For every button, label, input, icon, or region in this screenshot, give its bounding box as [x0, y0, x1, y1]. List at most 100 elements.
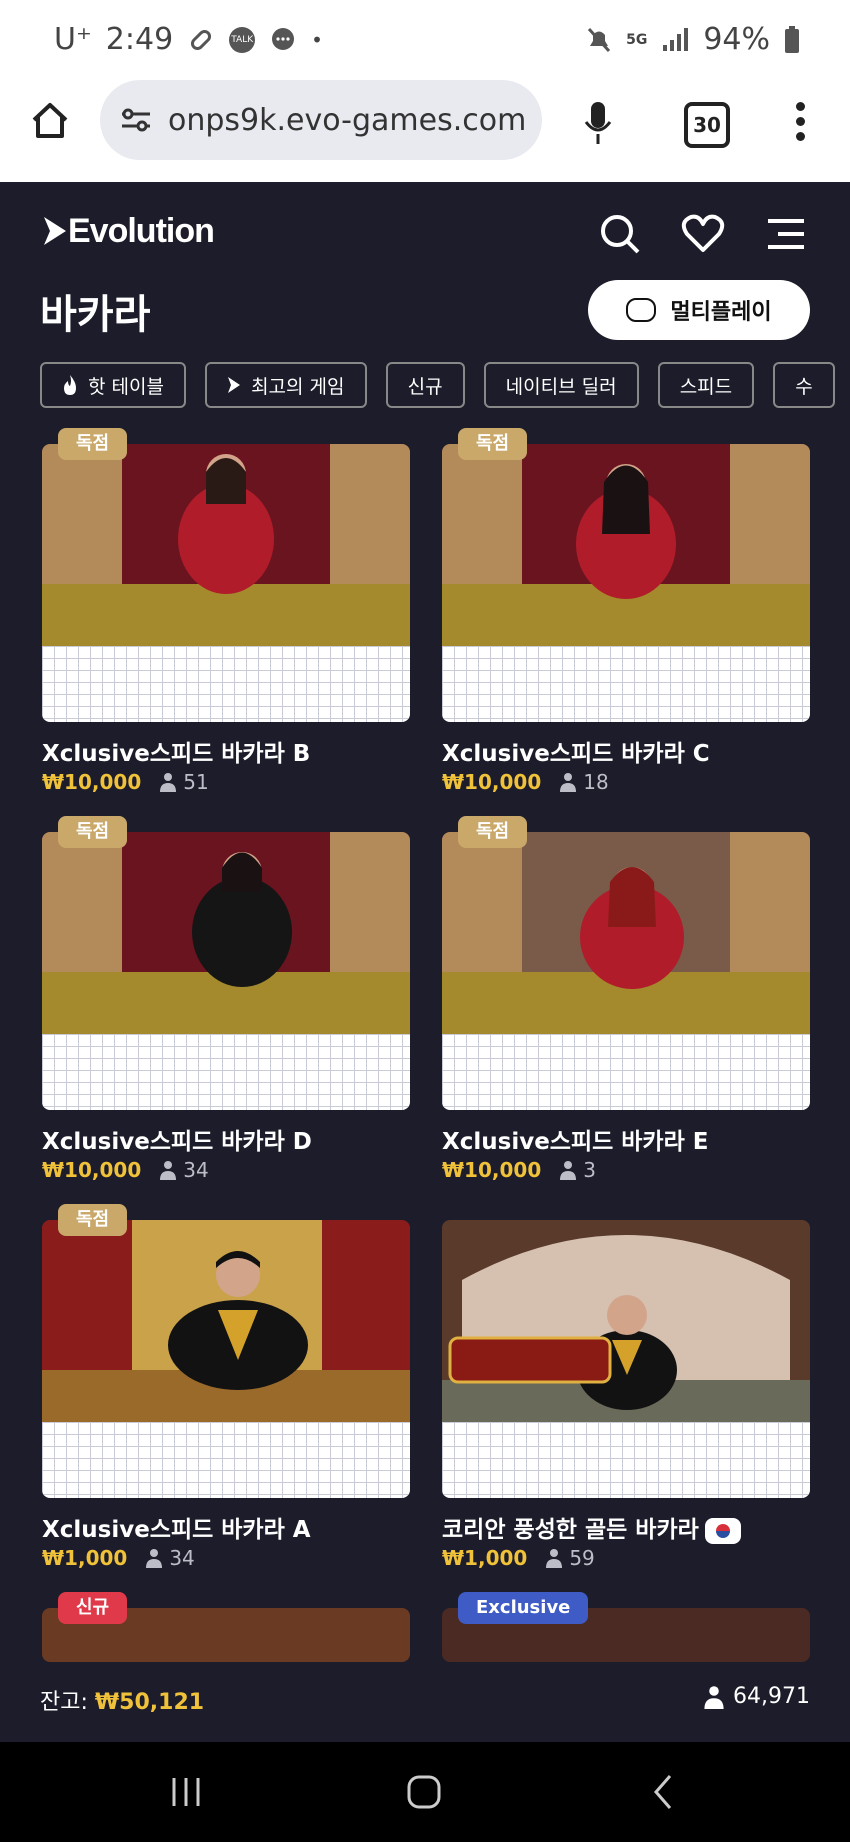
- game-title[interactable]: Xclusive스피드 바카라 D: [42, 1122, 410, 1156]
- filter-chips: 핫 테이블 최고의 게임 신규 네이티브 딜러 스피드 수: [40, 362, 850, 412]
- microphone-icon[interactable]: [582, 100, 614, 146]
- game-thumbnail[interactable]: [42, 832, 410, 1110]
- game-card[interactable]: Exclusive: [442, 1592, 810, 1662]
- bead-road: [442, 1034, 810, 1110]
- game-title[interactable]: Xclusive스피드 바카라 A: [42, 1510, 410, 1544]
- exclusive-badge: 독점: [58, 816, 128, 848]
- dealer-video-preview: [442, 832, 810, 1034]
- back-icon[interactable]: [644, 1772, 684, 1812]
- person-icon: [704, 1685, 724, 1709]
- person-icon: [146, 1549, 163, 1568]
- site-settings-icon[interactable]: [118, 105, 154, 135]
- game-thumbnail[interactable]: [42, 1220, 410, 1498]
- filter-hot-tables[interactable]: 핫 테이블: [40, 362, 186, 408]
- dealer-video-preview: [42, 1220, 410, 1422]
- game-meta: ₩10,000 51: [42, 770, 209, 794]
- player-count: 3: [559, 1158, 596, 1182]
- game-title[interactable]: Xclusive스피드 바카라 B: [42, 734, 410, 768]
- carrier-label: U⁺: [54, 22, 92, 57]
- exclusive-badge: 독점: [58, 1204, 128, 1236]
- network-type: 5G: [626, 31, 648, 48]
- min-bet: ₩1,000: [442, 1546, 528, 1570]
- min-bet: ₩1,000: [42, 1546, 128, 1570]
- bead-road: [442, 1422, 810, 1498]
- game-meta: ₩10,000 3: [442, 1158, 596, 1182]
- filter-top-games[interactable]: 최고의 게임: [205, 362, 367, 408]
- filter-speed[interactable]: 스피드: [657, 362, 755, 408]
- evolution-mark-icon: [228, 377, 241, 393]
- filter-native-dealer[interactable]: 네이티브 딜러: [483, 362, 639, 408]
- game-title[interactable]: Xclusive스피드 바카라 E: [442, 1122, 810, 1156]
- battery-percent: 94%: [703, 22, 770, 57]
- dealer-video-preview: [442, 1220, 810, 1422]
- player-count: 51: [159, 770, 209, 794]
- search-icon[interactable]: [598, 212, 642, 256]
- dealer-video-preview: [442, 444, 810, 646]
- exclusive-badge: 독점: [58, 428, 128, 460]
- bead-road: [42, 1422, 410, 1498]
- min-bet: ₩10,000: [42, 770, 142, 794]
- battery-icon: [785, 25, 799, 53]
- url-text[interactable]: onps9k.evo-games.com: [168, 103, 540, 138]
- status-bar: U⁺ 2:49 TALK • 5G 94%: [0, 0, 850, 84]
- app-header: Evolution: [0, 182, 850, 282]
- player-count: 34: [145, 1546, 195, 1570]
- filter-new[interactable]: 신규: [385, 362, 465, 408]
- player-count: 59: [545, 1546, 595, 1570]
- person-icon: [546, 1549, 563, 1568]
- tab-switcher-button[interactable]: 30: [684, 102, 730, 148]
- min-bet: ₩10,000: [442, 1158, 542, 1182]
- evolution-mark-icon: [44, 217, 66, 245]
- multiplay-icon: [626, 298, 657, 322]
- menu-icon[interactable]: [764, 212, 808, 256]
- game-title[interactable]: Xclusive스피드 바카라 C: [442, 734, 810, 768]
- game-meta: ₩10,000 18: [442, 770, 609, 794]
- address-bar[interactable]: onps9k.evo-games.com: [100, 80, 542, 160]
- browser-menu-icon[interactable]: [790, 98, 810, 148]
- exclusive-badge: 독점: [458, 428, 528, 460]
- clock: 2:49: [105, 22, 174, 57]
- game-meta: ₩1,000 59: [442, 1546, 595, 1570]
- game-meta: ₩10,000 34: [42, 1158, 209, 1182]
- game-card[interactable]: 신규: [42, 1592, 410, 1662]
- korea-flag-icon: [704, 1517, 741, 1544]
- filter-more[interactable]: 수: [773, 362, 835, 408]
- min-bet: ₩10,000: [42, 1158, 142, 1182]
- person-icon: [560, 1161, 577, 1180]
- mute-icon: [587, 27, 611, 52]
- person-icon: [560, 773, 577, 792]
- bead-road: [42, 1034, 410, 1110]
- page-title: 바카라: [40, 292, 151, 338]
- signal-icon: [663, 27, 689, 51]
- flame-icon: [64, 375, 76, 395]
- game-thumbnail[interactable]: [42, 444, 410, 722]
- game-meta: ₩1,000 34: [42, 1546, 195, 1570]
- game-title[interactable]: 코리안 풍성한 골든 바카라: [442, 1510, 810, 1544]
- game-thumbnail[interactable]: [442, 1220, 810, 1498]
- dealer-video-preview: [42, 832, 410, 1034]
- total-players: 64,971: [703, 1684, 810, 1709]
- evolution-logo[interactable]: Evolution: [42, 212, 215, 251]
- exclusive-badge: 독점: [458, 816, 528, 848]
- favorites-heart-icon[interactable]: [681, 212, 725, 256]
- person-icon: [160, 773, 177, 792]
- section-header: 바카라 멀티플레이: [0, 280, 850, 354]
- chat-icon: [272, 27, 295, 50]
- bead-road: [442, 646, 810, 722]
- home-icon[interactable]: [28, 98, 72, 142]
- recent-apps-icon[interactable]: [166, 1772, 206, 1812]
- game-thumbnail[interactable]: [442, 444, 810, 722]
- player-count: 18: [559, 770, 609, 794]
- player-count: 34: [159, 1158, 209, 1182]
- game-thumbnail[interactable]: [442, 832, 810, 1110]
- exclusive-badge: Exclusive: [458, 1592, 589, 1624]
- dealer-video-preview: [42, 444, 410, 646]
- multiplay-button[interactable]: 멀티플레이: [588, 280, 810, 340]
- min-bet: ₩10,000: [442, 770, 542, 794]
- balance: 잔고: ₩50,121: [40, 1690, 205, 1715]
- new-badge: 신규: [58, 1592, 128, 1624]
- bead-road: [42, 646, 410, 722]
- person-icon: [160, 1161, 177, 1180]
- home-nav-icon[interactable]: [404, 1772, 444, 1812]
- balance-bar: 잔고: ₩50,121 64,971: [0, 1662, 850, 1742]
